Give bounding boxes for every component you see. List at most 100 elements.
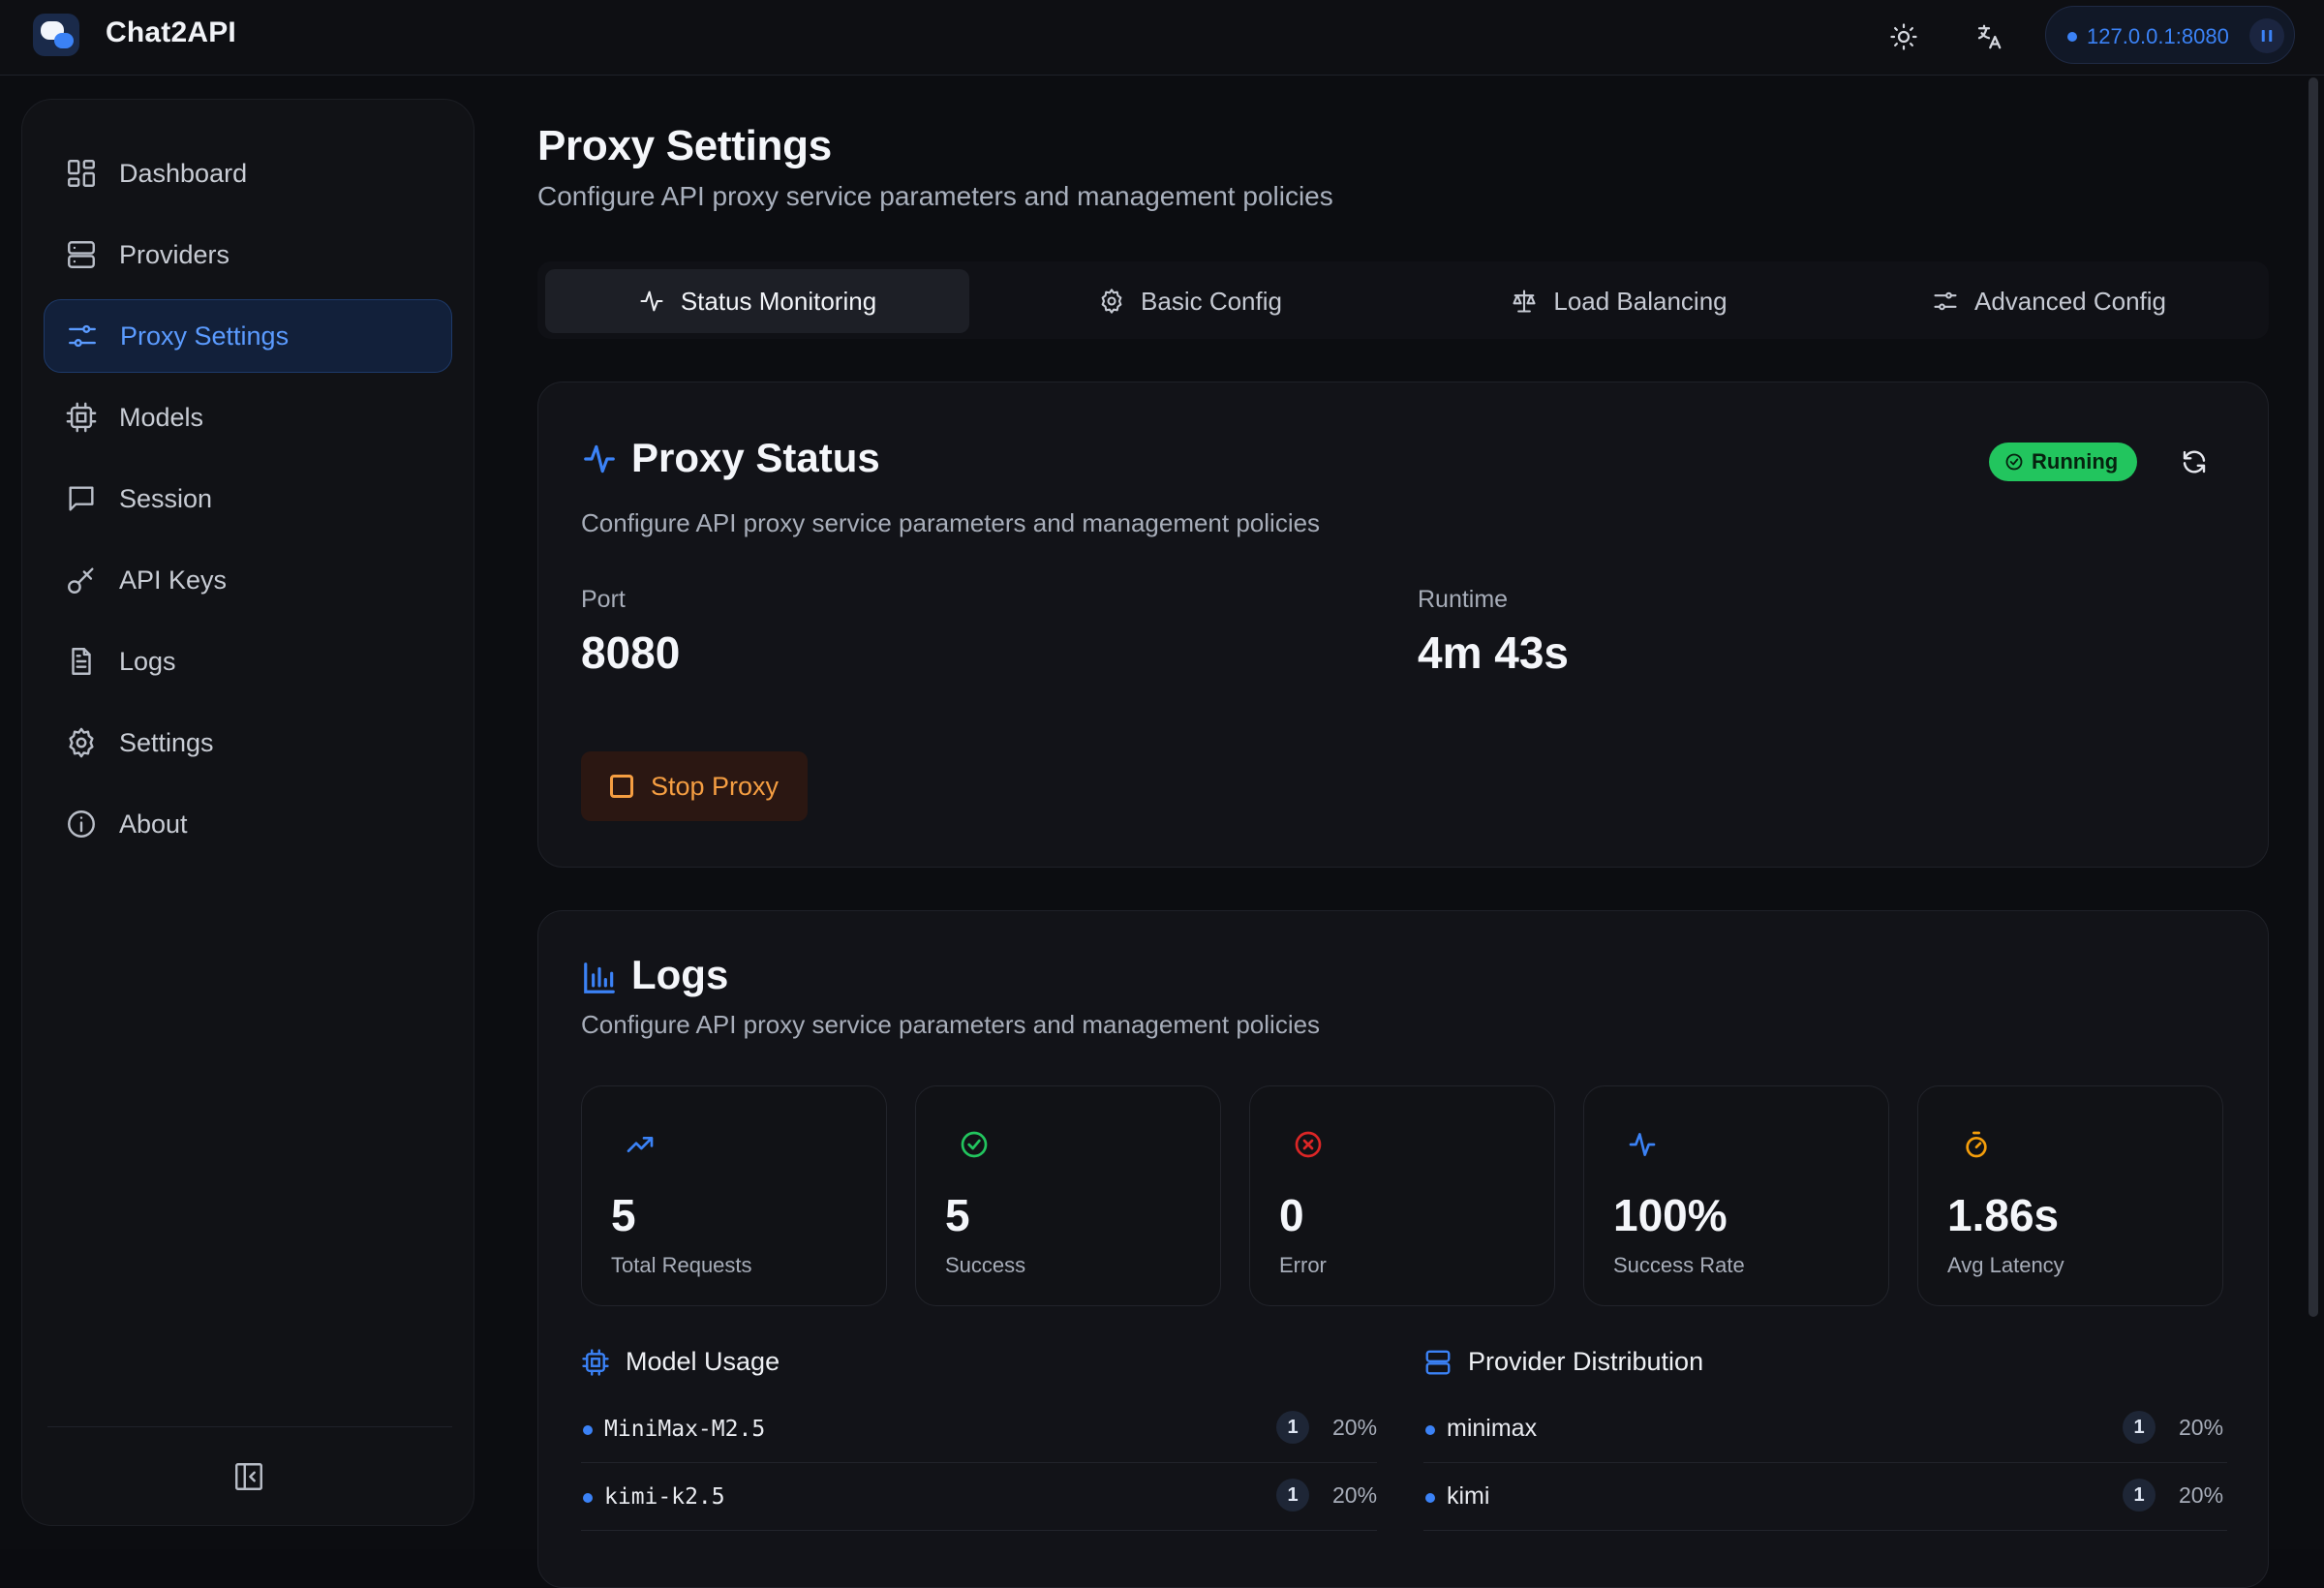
gear-icon [69, 727, 94, 758]
metric-label: Avg Latency [1947, 1253, 2064, 1277]
usage-percent: 20% [1332, 1415, 1378, 1440]
server-status-pill[interactable]: 127.0.0.1:8080 [2045, 6, 2295, 64]
usage-percent: 20% [2179, 1415, 2224, 1440]
bullet-dot [583, 1493, 593, 1503]
count-badge: 1 [1276, 1411, 1309, 1444]
dashboard-icon [68, 160, 95, 187]
logs-description: Configure API proxy service parameters a… [581, 1010, 1321, 1039]
sidebar-item-providers[interactable]: Providers [44, 218, 452, 291]
bar-chart-icon [584, 962, 615, 993]
metric-success-rate: 100% Success Rate [1583, 1085, 1889, 1306]
panel-collapse-icon [235, 1463, 262, 1490]
page-subtitle: Configure API proxy service parameters a… [537, 181, 1333, 211]
metric-value: 5 [945, 1190, 970, 1240]
tab-load-balancing[interactable]: Load Balancing [1407, 269, 1831, 333]
usage-percent: 20% [2179, 1482, 2224, 1508]
sidebar-item-dashboard[interactable]: Dashboard [44, 137, 452, 210]
metric-error: 0 Error [1249, 1085, 1555, 1306]
provider-name: kimi [1447, 1482, 1490, 1510]
gear-icon [1101, 289, 1122, 314]
model-name: kimi-k2.5 [604, 1484, 725, 1510]
bullet-dot [583, 1425, 593, 1435]
activity-icon [584, 444, 615, 473]
list-item: MiniMax-M2.5 1 20% [581, 1395, 1377, 1463]
x-circle-icon [1295, 1131, 1322, 1158]
pause-icon [2261, 30, 2273, 42]
metric-avg-latency: 1.86s Avg Latency [1917, 1085, 2223, 1306]
model-name: MiniMax-M2.5 [604, 1417, 766, 1442]
list-item: kimi-k2.5 1 20% [581, 1463, 1377, 1531]
runtime-label: Runtime [1418, 586, 1509, 613]
model-usage-title: Model Usage [626, 1347, 780, 1376]
scale-icon [1513, 290, 1536, 313]
sidebar-item-label: Session [119, 483, 213, 513]
app-logo-icon [33, 14, 79, 56]
file-icon [72, 648, 91, 675]
sliders-icon [69, 324, 96, 348]
server-status-dot [2067, 32, 2077, 42]
sidebar-item-logs[interactable]: Logs [44, 625, 452, 698]
proxy-status-description: Configure API proxy service parameters a… [581, 508, 1321, 537]
sidebar-item-settings[interactable]: Settings [44, 706, 452, 779]
sidebar-item-label: API Keys [119, 565, 228, 595]
metric-success: 5 Success [915, 1085, 1221, 1306]
sun-icon[interactable] [1884, 17, 1923, 56]
tab-basic-config[interactable]: Basic Config [978, 269, 1402, 333]
cpu-icon [582, 1348, 609, 1376]
bullet-dot [1425, 1493, 1435, 1503]
cpu-icon [66, 402, 97, 433]
provider-distribution-heading: Provider Distribution [1423, 1347, 1703, 1377]
translate-icon[interactable] [1970, 17, 2008, 56]
bullet-dot [1425, 1425, 1435, 1435]
usage-percent: 20% [1332, 1482, 1378, 1508]
server-address: 127.0.0.1:8080 [2087, 24, 2229, 48]
tab-status-monitoring[interactable]: Status Monitoring [545, 269, 969, 333]
key-icon [68, 567, 94, 594]
sidebar-item-label: Proxy Settings [120, 321, 290, 351]
server-icon [68, 241, 95, 268]
metric-value: 1.86s [1947, 1190, 2060, 1240]
sidebar-item-label: Models [119, 402, 204, 432]
stop-icon [610, 775, 633, 798]
activity-icon [1629, 1133, 1656, 1156]
check-circle-icon [2005, 453, 2023, 471]
list-item: kimi 1 20% [1423, 1463, 2227, 1531]
count-badge: 1 [1276, 1479, 1309, 1512]
activity-icon [640, 290, 663, 312]
pause-server-button[interactable] [2249, 18, 2284, 53]
tab-label: Load Balancing [1553, 286, 1728, 316]
tab-advanced-config[interactable]: Advanced Config [1837, 269, 2261, 333]
info-icon [68, 810, 95, 838]
metric-value: 100% [1613, 1190, 1728, 1240]
sidebar-item-proxy-settings[interactable]: Proxy Settings [44, 299, 452, 373]
sidebar-item-models[interactable]: Models [44, 381, 452, 454]
count-badge: 1 [2123, 1411, 2156, 1444]
port-value: 8080 [581, 627, 681, 678]
scrollbar[interactable] [2309, 77, 2318, 1317]
tab-bar: Status Monitoring Basic Config Load Bala… [537, 261, 2269, 339]
sidebar-item-about[interactable]: About [44, 787, 452, 861]
page-title: Proxy Settings [537, 122, 832, 169]
sidebar: Dashboard Providers Proxy Settings Model… [21, 99, 474, 1526]
refresh-button[interactable] [2175, 443, 2214, 481]
check-circle-icon [961, 1131, 988, 1158]
sidebar-item-label: Settings [119, 727, 214, 757]
metric-value: 0 [1279, 1190, 1304, 1240]
count-badge: 1 [2123, 1479, 2156, 1512]
trending-up-icon [627, 1137, 654, 1152]
metric-label: Success Rate [1613, 1253, 1745, 1277]
collapse-sidebar-button[interactable] [229, 1457, 268, 1496]
sidebar-item-session[interactable]: Session [44, 462, 452, 535]
sliders-icon [1934, 291, 1957, 311]
message-icon [69, 486, 94, 511]
port-label: Port [581, 586, 626, 613]
sidebar-item-label: About [119, 809, 188, 839]
status-badge: Running [1989, 443, 2138, 481]
app-name: Chat2API [106, 16, 236, 48]
stop-proxy-label: Stop Proxy [651, 771, 780, 801]
metric-label: Success [945, 1253, 1026, 1277]
sidebar-item-api-keys[interactable]: API Keys [44, 543, 452, 617]
timer-icon [1966, 1131, 1987, 1158]
stop-proxy-button[interactable]: Stop Proxy [581, 751, 808, 821]
sidebar-item-label: Logs [119, 646, 176, 676]
